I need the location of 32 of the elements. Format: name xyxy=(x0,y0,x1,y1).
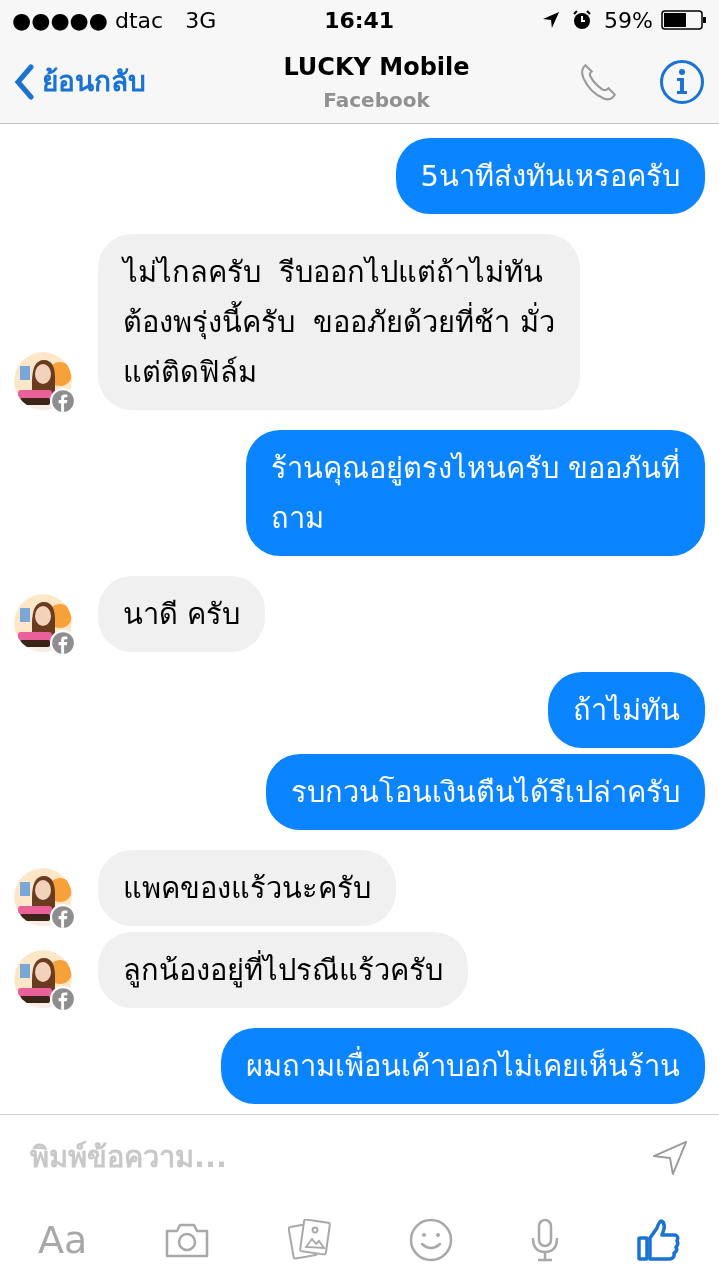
chat-subtitle: Facebook xyxy=(323,86,430,114)
facebook-badge-icon xyxy=(50,388,76,414)
message-bubble: 5นาทีส่งทันเหรอครับ xyxy=(395,138,705,214)
battery-icon xyxy=(661,10,707,30)
facebook-badge-icon xyxy=(50,904,76,930)
photos-icon[interactable] xyxy=(287,1219,332,1261)
alarm-clock-icon xyxy=(572,10,593,30)
chat-title: LUCKY Mobile xyxy=(283,51,470,83)
send-icon[interactable] xyxy=(651,1138,689,1177)
clock: 16:41 xyxy=(323,6,396,35)
carrier-label: ●●●●● dtac xyxy=(12,6,164,35)
chevron-left-icon xyxy=(14,63,34,100)
message-bubble: ผมถามเพื่อนเค้าบอกไม่เคยเห็นร้าน xyxy=(221,1028,705,1104)
network-label: 3G xyxy=(185,6,217,35)
message-bubble: ถ้าไม่ทัน xyxy=(548,672,705,748)
facebook-badge-icon xyxy=(50,630,76,656)
font-button[interactable]: Aa xyxy=(38,1211,88,1269)
message-bubble: นาดี ครับ xyxy=(98,576,266,652)
message-bubble: ไม่ไกลครับ รีบออกไปแต่ถ้าไม่ทัน ต้องพรุ่งนี้ครับ ขออภัยด้วยที่ช้า มั่ว แต่ติดฟิล์ม xyxy=(98,234,580,410)
back-button[interactable]: ย้อนกลับ xyxy=(14,60,146,103)
message-bubble: แพคของแร้วนะครับ xyxy=(98,850,396,926)
facebook-badge-icon xyxy=(50,986,76,1012)
smiley-icon[interactable] xyxy=(408,1218,453,1262)
message-bubble: รบกวนโอนเงินตืนได้รึเปล่าครับ xyxy=(266,754,705,830)
message-bubble: ลูกน้องอยู่ที่ไปรณีแร้วครับ xyxy=(98,932,468,1008)
info-icon[interactable] xyxy=(659,58,705,105)
camera-icon[interactable] xyxy=(164,1221,211,1259)
microphone-icon[interactable] xyxy=(529,1218,560,1262)
location-arrow-icon xyxy=(542,11,561,29)
thumbs-up-icon[interactable] xyxy=(637,1218,681,1262)
message-bubble: ร้านคุณอยู่ตรงไหนครับ ขออภันที่ ถาม xyxy=(245,430,705,556)
battery-percent: 59% xyxy=(604,6,653,35)
